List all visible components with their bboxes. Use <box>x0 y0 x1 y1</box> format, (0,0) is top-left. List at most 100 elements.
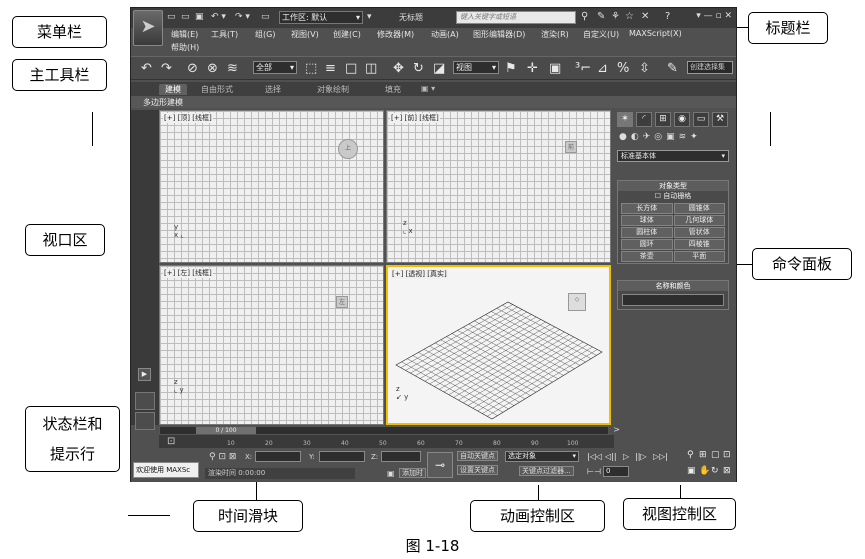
viewcube-icon[interactable]: 上 <box>338 139 358 159</box>
auto-key-button[interactable]: 自动关键点 <box>457 451 498 461</box>
time-slider-track[interactable]: 0 / 100 > <box>159 425 620 435</box>
open-file-icon[interactable]: ▭ <box>181 12 190 22</box>
plane-button[interactable]: 平面 <box>673 251 725 262</box>
percent-snap-icon[interactable]: % <box>617 61 629 76</box>
viewport-front-label[interactable]: [+] [前] [线框] <box>390 113 440 123</box>
next-frame-icon[interactable]: ||▷ <box>635 452 647 461</box>
menu-animation[interactable]: 动画(A) <box>431 29 459 40</box>
add-time-tag-button[interactable]: 添加时 <box>399 468 426 478</box>
viewport-left[interactable]: [+] [左] [线框] 左 z ⌞ y <box>159 265 384 425</box>
pyramid-button[interactable]: 四棱锥 <box>673 239 725 250</box>
maximize-viewport-icon[interactable]: ⊠ <box>723 466 731 476</box>
zoom-extents-all-icon[interactable]: ⊡ <box>723 450 731 460</box>
rect-selection-icon[interactable]: □ <box>345 61 357 76</box>
utilities-tab-icon[interactable]: ⚒ <box>712 112 728 127</box>
pivot-center-icon[interactable]: ⚑ <box>505 61 517 76</box>
tab-freeform[interactable]: 自由形式 <box>201 84 233 95</box>
rotate-icon[interactable]: ↻ <box>413 61 424 76</box>
box-button[interactable]: 长方体 <box>621 203 673 214</box>
reference-coord-dropdown[interactable]: 视图 ▾ <box>453 61 499 74</box>
ribbon-options-icon[interactable]: ▣ ▾ <box>421 84 435 93</box>
create-category-icons[interactable]: ●◐✈◎▣≋✦ <box>619 132 702 142</box>
snaps-toggle-icon[interactable]: ³⌐ <box>575 61 591 76</box>
x-coord-field[interactable] <box>255 451 301 462</box>
teapot-button[interactable]: 茶壶 <box>621 251 673 262</box>
scale-icon[interactable]: ◪ <box>433 61 445 76</box>
z-coord-field[interactable] <box>381 451 421 462</box>
exchange-icon[interactable]: ✕ <box>641 11 649 22</box>
bind-spacewarp-icon[interactable]: ≋ <box>227 61 238 76</box>
search-input[interactable]: 键入关键字或短语 <box>456 11 576 24</box>
motion-tab-icon[interactable]: ◉ <box>674 112 690 127</box>
object-category-dropdown[interactable]: 标准基本体 ▾ <box>617 150 729 162</box>
viewport-left-label[interactable]: [+] [左] [线框] <box>163 268 213 278</box>
object-type-title[interactable]: 对象类型 <box>618 181 728 191</box>
tab-populate[interactable]: 填充 <box>385 84 401 95</box>
key-filters-button[interactable]: 关键点过滤器... <box>519 466 574 476</box>
select-object-icon[interactable]: ⬚ <box>305 61 317 76</box>
viewport-top[interactable]: [+] [顶] [线框] 上 yx ⌞ <box>159 110 384 263</box>
workspace-dropdown[interactable]: 工作区: 默认 ▾ <box>279 11 363 24</box>
layout-tile-icon[interactable] <box>135 412 155 430</box>
undo-icon[interactable]: ↶ <box>141 61 152 76</box>
menu-modifiers[interactable]: 修改器(M) <box>377 29 414 40</box>
redo-icon[interactable]: ↷ <box>161 61 172 76</box>
go-to-end-icon[interactable]: ▷▷| <box>653 452 668 461</box>
qa-more-icon[interactable]: ▾ <box>367 12 372 22</box>
curve-editor-icon[interactable]: ⊡ <box>167 436 175 447</box>
set-key-icon[interactable]: ⊸ <box>427 452 453 478</box>
keyboard-shortcut-icon[interactable]: ▣ <box>549 61 561 76</box>
sphere-button[interactable]: 球体 <box>621 215 673 226</box>
menu-views[interactable]: 视图(V) <box>291 29 319 40</box>
modify-tab-icon[interactable]: ◜ <box>636 112 652 127</box>
maxscript-listener[interactable]: 欢迎使用 MAXSc <box>133 462 199 478</box>
window-crossing-icon[interactable]: ◫ <box>365 61 377 76</box>
go-to-start-icon[interactable]: |◁◁ <box>587 452 602 461</box>
key-mode-icon[interactable]: ⊢⊣ <box>587 467 601 476</box>
user-icon[interactable]: ⚘ <box>611 11 620 22</box>
new-file-icon[interactable]: ▭ <box>167 12 176 22</box>
zoom-icon[interactable]: ⚲ <box>687 450 694 460</box>
polygon-modeling-label[interactable]: 多边形建模 <box>143 97 183 108</box>
app-logo-icon[interactable]: ➤ <box>133 10 163 46</box>
star-icon[interactable]: ☆ <box>625 11 634 22</box>
spinner-snap-icon[interactable]: ⇳ <box>639 61 650 76</box>
menu-help[interactable]: 帮助(H) <box>171 42 199 53</box>
viewcube-icon[interactable]: 左 <box>336 296 348 308</box>
create-tab-icon[interactable]: ✶ <box>617 112 633 127</box>
help-icon[interactable]: ? <box>665 11 670 22</box>
wrench-icon[interactable]: ✎ <box>597 11 605 22</box>
zoom-extents-icon[interactable]: ▢ <box>711 450 720 460</box>
tube-button[interactable]: 管状体 <box>673 227 725 238</box>
selection-filter-dropdown[interactable]: 全部 ▾ <box>253 61 297 74</box>
autogrid-checkbox[interactable]: ☐ 自动栅格 <box>618 191 728 202</box>
display-tab-icon[interactable]: ▭ <box>693 112 709 127</box>
project-folder-icon[interactable]: ▭ <box>261 12 270 22</box>
menu-tools[interactable]: 工具(T) <box>211 29 238 40</box>
link-icon[interactable]: ⊘ <box>187 61 198 76</box>
binoculars-icon[interactable]: ⚲ <box>581 11 588 22</box>
lock-icon[interactable]: ⚲ ⊡ ⊠ <box>209 452 236 462</box>
play-icon[interactable]: ▷ <box>623 452 629 461</box>
menu-customize[interactable]: 自定义(U) <box>583 29 619 40</box>
geosphere-button[interactable]: 几何球体 <box>673 215 725 226</box>
cone-button[interactable]: 圆锥体 <box>673 203 725 214</box>
menu-group[interactable]: 组(G) <box>255 29 275 40</box>
tab-modeling[interactable]: 建模 <box>159 84 187 95</box>
tab-object-paint[interactable]: 对象绘制 <box>317 84 349 95</box>
redo-icon[interactable]: ↷ ▾ <box>235 12 250 22</box>
time-slider-handle[interactable]: 0 / 100 <box>196 427 256 434</box>
prev-frame-icon[interactable]: ◁|| <box>605 452 617 461</box>
menu-edit[interactable]: 编辑(E) <box>171 29 198 40</box>
field-of-view-icon[interactable]: ▣ <box>687 466 696 476</box>
current-frame-field[interactable]: 0 <box>603 466 629 477</box>
cylinder-button[interactable]: 圆柱体 <box>621 227 673 238</box>
time-tag-icon[interactable]: ▣ <box>387 469 395 478</box>
viewport-perspective[interactable]: [+] [透视] [真实] ◇ z ↙ y <box>386 265 611 425</box>
viewport-top-label[interactable]: [+] [顶] [线框] <box>163 113 213 123</box>
angle-snap-icon[interactable]: ⊿ <box>597 61 608 76</box>
save-icon[interactable]: ▣ <box>195 12 204 22</box>
torus-button[interactable]: 圆环 <box>621 239 673 250</box>
layout-tile-icon[interactable] <box>135 392 155 410</box>
orbit-icon[interactable]: ↻ <box>711 466 719 476</box>
